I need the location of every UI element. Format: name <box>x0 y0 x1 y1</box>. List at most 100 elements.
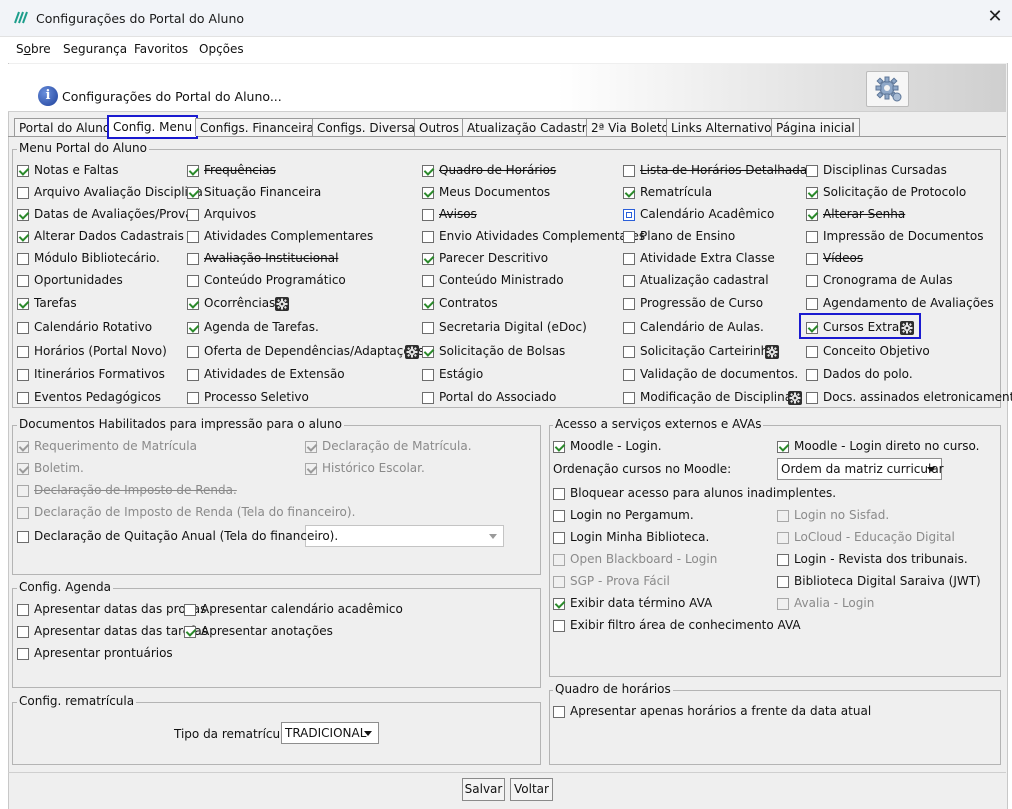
menu-modificacao-de-disciplinas-gear-icon[interactable] <box>788 391 802 405</box>
ext-login-no-pergamum-label: Login no Pergamum. <box>570 508 694 522</box>
tab-portal-do-aluno[interactable]: Portal do Aluno <box>14 118 116 136</box>
menu-ocorrencias-gear-icon[interactable] <box>275 297 289 311</box>
menu-cursos-extras-checkbox[interactable] <box>806 322 818 334</box>
tab-pagina-inicial[interactable]: Página inicial <box>771 118 860 136</box>
menu-validacao-de-documentos-checkbox[interactable] <box>623 369 635 381</box>
menu-atividade-extra-classe-checkbox[interactable] <box>623 253 635 265</box>
tipo-rematricula-label: Tipo da rematrícula: <box>174 727 295 741</box>
menu-eventos-pedagogicos-checkbox[interactable] <box>17 392 29 404</box>
menu-lista-de-horarios-detalhada-checkbox[interactable] <box>623 165 635 177</box>
menu-calendario-de-aulas-checkbox[interactable] <box>623 322 635 334</box>
ext-login-minha-biblioteca-checkbox[interactable] <box>553 532 565 544</box>
menu-solicitacao-carteirinha-gear-icon[interactable] <box>765 345 779 359</box>
horarios-frente-checkbox[interactable] <box>553 706 565 718</box>
menu-estagio-checkbox[interactable] <box>422 369 434 381</box>
menu-ocorrencias-checkbox[interactable] <box>187 298 199 310</box>
menu-disciplinas-cursadas-checkbox[interactable] <box>806 165 818 177</box>
menu-cursos-extras-gear-icon[interactable] <box>900 321 914 335</box>
menu-dados-do-polo-checkbox[interactable] <box>806 369 818 381</box>
menu-processo-seletivo-checkbox[interactable] <box>187 392 199 404</box>
menu-plano-de-ensino-checkbox[interactable] <box>623 231 635 243</box>
menu-rematricula-checkbox[interactable] <box>623 187 635 199</box>
tipo-rematricula-select[interactable]: TRADICIONAL <box>281 722 379 744</box>
menu-conteudo-programatico-checkbox[interactable] <box>187 275 199 287</box>
menu-atividades-complementares-checkbox[interactable] <box>187 231 199 243</box>
menu-envio-atividades-complementares-checkbox[interactable] <box>422 231 434 243</box>
bloquear-inadimplentes-checkbox[interactable] <box>553 488 565 500</box>
ext-login-no-pergamum-checkbox[interactable] <box>553 510 565 522</box>
tab-outros[interactable]: Outros <box>414 118 465 136</box>
agenda-apresentar-anotacoes-checkbox[interactable] <box>184 626 196 638</box>
menu-secretaria-digital-edoc-checkbox[interactable] <box>422 322 434 334</box>
moodle-login-checkbox[interactable] <box>553 441 565 453</box>
agenda-apresentar-prontuarios-checkbox[interactable] <box>17 648 29 660</box>
menu-cronograma-de-aulas-checkbox[interactable] <box>806 275 818 287</box>
moodle-direct-login-checkbox[interactable] <box>777 441 789 453</box>
agenda-apresentar-datas-das-tarefas-checkbox[interactable] <box>17 626 29 638</box>
menu-arquivo-avaliacao-disciplina-checkbox[interactable] <box>17 187 29 199</box>
menu-itinerarios-formativos-checkbox[interactable] <box>17 369 29 381</box>
menu-notas-e-faltas-checkbox[interactable] <box>17 165 29 177</box>
menu-agendamento-de-avaliacoes-checkbox[interactable] <box>806 298 818 310</box>
menu-oportunidades-checkbox[interactable] <box>17 275 29 287</box>
tab-configs-diversas[interactable]: Configs. Diversas <box>312 118 427 136</box>
menu-conceito-objetivo-checkbox[interactable] <box>806 346 818 358</box>
menu-atividades-de-extensao-checkbox[interactable] <box>187 369 199 381</box>
ext-exibir-filtro-area-de-conhecimento-ava-checkbox[interactable] <box>553 620 565 632</box>
tab-2a-via-boleto[interactable]: 2ª Via Boleto <box>586 118 674 136</box>
menu-agenda-de-tarefas-checkbox[interactable] <box>187 322 199 334</box>
menu-alterar-senha-checkbox[interactable] <box>806 209 818 221</box>
agenda-apresentar-calendario-academico-checkbox[interactable] <box>184 604 196 616</box>
ext-biblioteca-digital-saraiva-jwt-checkbox[interactable] <box>777 576 789 588</box>
menu-avaliacao-institucional-checkbox[interactable] <box>187 253 199 265</box>
menu-solicitacao-carteirinha-checkbox[interactable] <box>623 346 635 358</box>
menu-calendario-rotativo-checkbox[interactable] <box>17 322 29 334</box>
moodle-ordering-select[interactable]: Ordem da matriz curricular <box>777 458 944 480</box>
ext-login-revista-dos-tribunais-checkbox[interactable] <box>777 554 789 566</box>
tab-links-alternativos[interactable]: Links Alternativos <box>666 118 783 136</box>
menu-frequencias-checkbox[interactable] <box>187 165 199 177</box>
docs-group-title: Documentos Habilitados para impressão pa… <box>17 417 344 431</box>
menu-modulo-bibliotecario-checkbox[interactable] <box>17 253 29 265</box>
ext-exibir-data-termino-ava-checkbox[interactable] <box>553 598 565 610</box>
close-icon[interactable]: ✕ <box>985 7 1005 27</box>
menu-atualizacao-cadastral-checkbox[interactable] <box>623 275 635 287</box>
menu-docs-assinados-eletronicamente-checkbox[interactable] <box>806 392 818 404</box>
menu-videos-checkbox[interactable] <box>806 253 818 265</box>
doc-declaracao-de-quitacao-anual-tela-do-financeiro-checkbox[interactable] <box>17 531 29 543</box>
back-button[interactable]: Voltar <box>510 778 553 801</box>
tab-config-menu[interactable]: Config. Menu <box>107 115 199 139</box>
menu-progressao-de-curso-label: Progressão de Curso <box>640 296 764 310</box>
menu-sobre[interactable]: Sobre <box>16 42 51 56</box>
tab-configs-financeiras[interactable]: Configs. Financeiras <box>195 118 326 136</box>
menu-parecer-descritivo-checkbox[interactable] <box>422 253 434 265</box>
menu-solicitacao-de-protocolo-checkbox[interactable] <box>806 187 818 199</box>
menu-avisos-checkbox[interactable] <box>422 209 434 221</box>
menu-tarefas-checkbox[interactable] <box>17 298 29 310</box>
doc-requerimento-de-matricula-label: Requerimento de Matrícula <box>34 439 197 453</box>
menu-situacao-financeira-checkbox[interactable] <box>187 187 199 199</box>
menu-conteudo-ministrado-checkbox[interactable] <box>422 275 434 287</box>
menu-seguranca[interactable]: Segurança <box>63 42 127 56</box>
ext-login-no-sisfad-label: Login no Sisfad. <box>794 508 890 522</box>
menu-solicitacao-de-bolsas-checkbox[interactable] <box>422 346 434 358</box>
menu-progressao-de-curso-checkbox[interactable] <box>623 298 635 310</box>
menu-calendario-academico-checkbox[interactable] <box>623 209 635 221</box>
menu-horarios-portal-novo-checkbox[interactable] <box>17 346 29 358</box>
menu-quadro-de-horarios-checkbox[interactable] <box>422 165 434 177</box>
menu-oferta-de-dependencias-adaptacoes-checkbox[interactable] <box>187 346 199 358</box>
menu-impressao-de-documentos-checkbox[interactable] <box>806 231 818 243</box>
menu-opcoes[interactable]: Opções <box>199 42 244 56</box>
menu-modificacao-de-disciplinas-checkbox[interactable] <box>623 392 635 404</box>
menu-contratos-checkbox[interactable] <box>422 298 434 310</box>
agenda-apresentar-datas-das-provas-checkbox[interactable] <box>17 604 29 616</box>
tab-atualizacao-cadastral[interactable]: Atualização Cadastral <box>462 118 603 136</box>
save-button[interactable]: Salvar <box>462 778 505 801</box>
menu-meus-documentos-checkbox[interactable] <box>422 187 434 199</box>
menu-oferta-de-dependencias-adaptacoes-gear-icon[interactable] <box>405 345 419 359</box>
menu-arquivos-checkbox[interactable] <box>187 209 199 221</box>
menu-portal-do-associado-checkbox[interactable] <box>422 392 434 404</box>
menu-alterar-dados-cadastrais-checkbox[interactable] <box>17 231 29 243</box>
menu-favoritos[interactable]: Favoritos <box>134 42 188 56</box>
menu-datas-de-avaliacoes-provas-checkbox[interactable] <box>17 209 29 221</box>
